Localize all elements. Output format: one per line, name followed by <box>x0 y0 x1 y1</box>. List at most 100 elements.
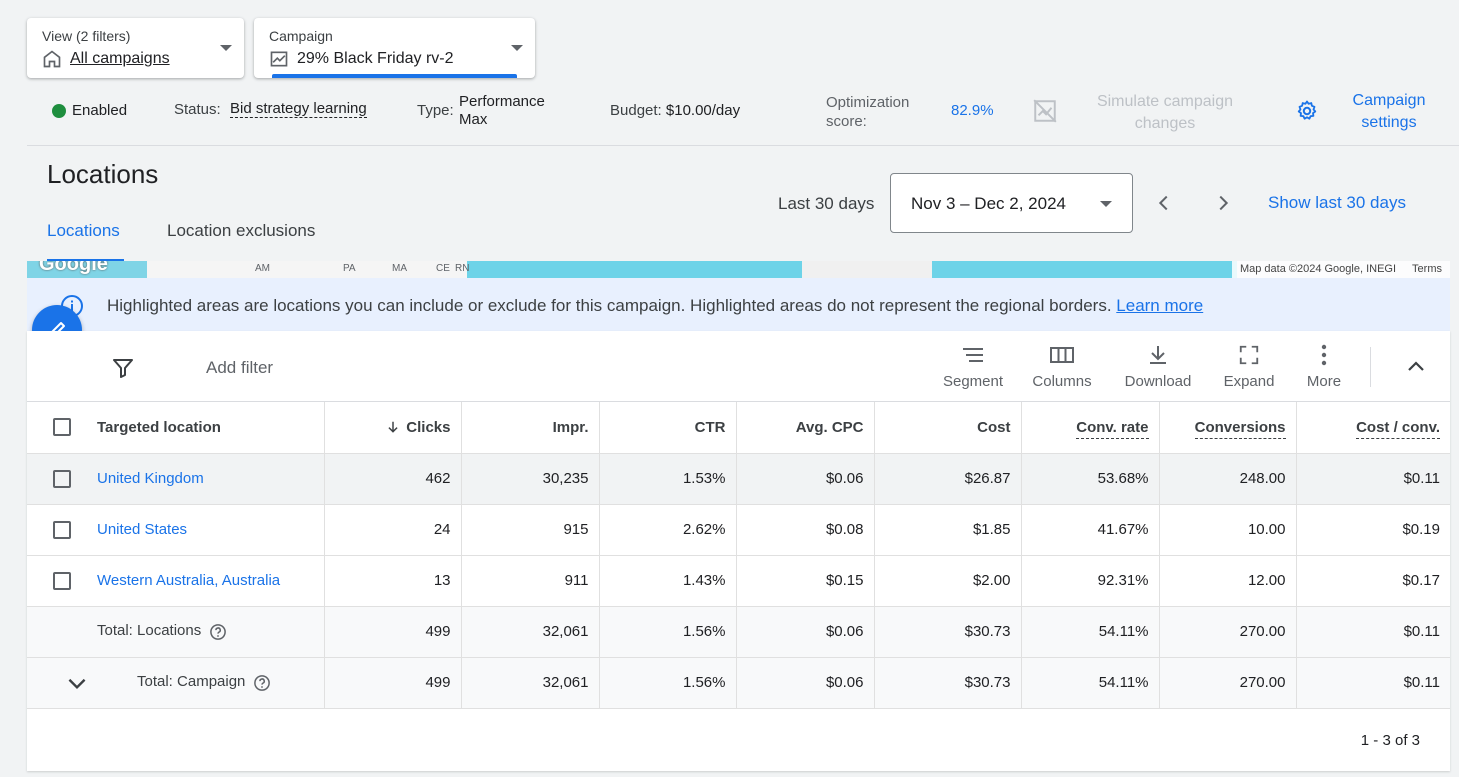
location-link[interactable]: United States <box>97 521 187 538</box>
enabled-status-dot <box>52 104 66 118</box>
cost-per-conv-cell: $0.17 <box>1296 555 1450 607</box>
impr-cell: 915 <box>461 504 600 556</box>
row-checkbox[interactable] <box>53 520 71 539</box>
map[interactable]: Google AM PA MA CE RN Map data ©2024 Goo… <box>27 261 1450 278</box>
location-cell: United Kingdom <box>97 453 325 505</box>
pagination-info: 1 - 3 of 3 <box>1360 732 1420 749</box>
columns-icon <box>1050 347 1074 363</box>
budget-label: Budget: <box>610 102 662 119</box>
row-checkbox-cell[interactable] <box>27 453 97 505</box>
type-value: Performance Max <box>459 93 545 128</box>
info-banner-text: Highlighted areas are locations you can … <box>107 296 1112 315</box>
view-selector-value: All campaigns <box>70 50 170 67</box>
more-label: More <box>1306 373 1342 390</box>
expand-total-cell[interactable] <box>27 657 97 709</box>
chevron-down-icon <box>1100 201 1112 207</box>
date-preset-label: Last 30 days <box>778 194 875 213</box>
conversions-cell: 10.00 <box>1159 504 1297 556</box>
expand-icon <box>1239 345 1259 365</box>
chevron-up-icon[interactable] <box>1404 355 1428 379</box>
info-banner: Highlighted areas are locations you can … <box>27 278 1450 331</box>
map-land <box>147 261 467 278</box>
gear-icon <box>1297 100 1317 120</box>
location-link[interactable]: United Kingdom <box>97 470 204 487</box>
tab-location-exclusions[interactable]: Location exclusions <box>167 221 315 241</box>
google-logo: Google <box>39 261 108 275</box>
total-locations-label-cell: Total: Locations <box>97 606 325 658</box>
campaign-selector[interactable]: Campaign 29% Black Friday rv-2 <box>254 18 535 78</box>
campaign-selector-label: Campaign <box>269 28 333 44</box>
header-ctr[interactable]: CTR <box>599 402 737 454</box>
segment-label: Segment <box>942 373 1004 390</box>
row-checkbox-cell[interactable] <box>27 555 97 607</box>
chevron-down-icon[interactable] <box>64 670 90 696</box>
trend-chart-icon <box>270 51 288 67</box>
header-cost[interactable]: Cost <box>874 402 1022 454</box>
header-conv-rate-label: Conv. rate <box>1076 418 1149 439</box>
view-selector[interactable]: View (2 filters) All campaigns <box>27 18 244 78</box>
help-icon[interactable] <box>253 674 271 692</box>
conv-rate-cell: 92.31% <box>1021 555 1160 607</box>
total-campaign-label: Total: Campaign <box>137 673 246 691</box>
show-last-30-days-button[interactable]: Show last 30 days <box>1268 193 1406 213</box>
cost-cell: $1.85 <box>874 504 1022 556</box>
enabled-status[interactable]: Enabled <box>72 102 127 119</box>
columns-label: Columns <box>1032 373 1092 390</box>
header-conv-rate[interactable]: Conv. rate <box>1021 402 1160 454</box>
chevron-down-icon <box>511 45 523 51</box>
filter-icon[interactable] <box>111 356 135 380</box>
row-checkbox[interactable] <box>53 469 71 488</box>
ctr-cell: 1.56% <box>599 606 737 658</box>
download-button[interactable]: Download <box>1118 343 1198 390</box>
impr-cell: 32,061 <box>461 606 600 658</box>
conversions-cell: 12.00 <box>1159 555 1297 607</box>
chevron-right-icon[interactable] <box>1212 192 1234 214</box>
clicks-cell: 499 <box>324 606 462 658</box>
table-row[interactable]: United Kingdom 462 30,235 1.53% $0.06 $2… <box>27 453 1450 505</box>
expand-button[interactable]: Expand <box>1215 343 1283 390</box>
more-button[interactable]: More <box>1297 343 1351 390</box>
header-targeted-location[interactable]: Targeted location <box>97 402 325 454</box>
learn-more-link[interactable]: Learn more <box>1116 296 1203 315</box>
segment-icon <box>963 348 983 362</box>
campaign-settings-button[interactable]: Campaign settings <box>1334 90 1444 134</box>
columns-button[interactable]: Columns <box>1024 343 1100 390</box>
table-row[interactable]: United States 24 915 2.62% $0.08 $1.85 4… <box>27 504 1450 556</box>
status-value[interactable]: Bid strategy learning <box>230 100 367 118</box>
header-conversions[interactable]: Conversions <box>1159 402 1297 454</box>
header-impr[interactable]: Impr. <box>461 402 600 454</box>
add-filter-button[interactable]: Add filter <box>206 358 273 378</box>
row-checkbox-cell[interactable] <box>27 504 97 556</box>
map-label: PA <box>343 263 356 274</box>
budget[interactable]: Budget: $10.00/day <box>610 102 740 119</box>
header-clicks[interactable]: Clicks <box>324 402 462 454</box>
simulate-campaign-changes-button[interactable]: Simulate campaign changes <box>1075 91 1255 135</box>
locations-table-card: Add filter Segment Columns Download Expa… <box>27 331 1450 771</box>
map-attribution: Map data ©2024 Google, INEGI Terms <box>1231 261 1450 278</box>
cpc-cell: $0.06 <box>736 657 875 709</box>
segment-button[interactable]: Segment <box>933 343 1013 390</box>
optimization-score-value[interactable]: 82.9% <box>951 102 994 119</box>
campaign-status-bar: Enabled Status: Bid strategy learning Ty… <box>27 86 1459 146</box>
cpc-cell: $0.06 <box>736 606 875 658</box>
header-clicks-label: Clicks <box>406 418 451 436</box>
header-avg-cpc[interactable]: Avg. CPC <box>736 402 875 454</box>
cost-cell: $2.00 <box>874 555 1022 607</box>
help-icon[interactable] <box>209 623 227 641</box>
home-icon <box>43 50 61 68</box>
date-range-picker[interactable]: Nov 3 – Dec 2, 2024 <box>890 173 1133 233</box>
map-terms-link[interactable]: Terms <box>1412 263 1442 276</box>
download-label: Download <box>1124 373 1192 390</box>
select-all-checkbox[interactable] <box>53 418 71 437</box>
tab-locations[interactable]: Locations <box>47 221 124 262</box>
date-range-value: Nov 3 – Dec 2, 2024 <box>911 194 1066 213</box>
header-cost-per-conv[interactable]: Cost / conv. <box>1296 402 1450 454</box>
map-land <box>802 261 932 278</box>
chevron-left-icon[interactable] <box>1153 192 1175 214</box>
select-all-checkbox-cell[interactable] <box>27 402 97 454</box>
row-checkbox[interactable] <box>53 571 71 590</box>
map-data-credit: Map data ©2024 Google, INEGI <box>1239 263 1397 275</box>
table-row[interactable]: Western Australia, Australia 13 911 1.43… <box>27 555 1450 607</box>
location-link[interactable]: Western Australia, Australia <box>97 572 280 589</box>
table-toolbar: Add filter Segment Columns Download Expa… <box>27 331 1450 402</box>
